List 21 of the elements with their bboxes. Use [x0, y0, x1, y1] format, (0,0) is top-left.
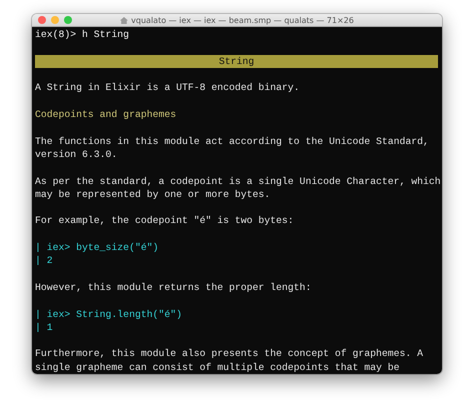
code-example-line: | 1: [35, 320, 54, 334]
doc-text-line: The functions in this module act according to the Unicode Standard,: [35, 134, 430, 148]
code-example-line: | iex> byte_size("é"): [35, 241, 160, 254]
code-example-line: | 2: [35, 254, 54, 268]
close-button[interactable]: [38, 16, 46, 24]
minimize-button[interactable]: [51, 16, 59, 24]
window-title: vqualato — iex — iex — beam.smp — qualats — 71×26: [131, 16, 354, 25]
prompt-line: iex(8)> h String: [35, 28, 130, 42]
doc-text-line: may be represented by one or more bytes.: [35, 188, 272, 202]
doc-text-line: Furthermore, this module also presents the concept of graphemes. A: [35, 347, 424, 361]
zoom-button[interactable]: [64, 16, 72, 24]
doc-text-line: As per the standard, a codepoint is a single Unicode Character, which: [35, 174, 438, 188]
doc-text-line: However, this module returns the proper length:: [35, 280, 312, 294]
doc-text-line: version 6.3.0.: [35, 148, 118, 162]
code-example-line: | iex> String.length("é"): [35, 308, 183, 321]
doc-text-line: single grapheme can consist of multiple codepoints that may be: [35, 360, 401, 374]
doc-text-line: For example, the codepoint "é" is two bytes:: [35, 214, 295, 228]
section-heading: Codepoints and graphemes: [35, 108, 178, 122]
section-banner: String: [35, 54, 438, 68]
doc-text-line: A String in Elixir is a UTF-8 encoded binary.: [35, 81, 301, 95]
house-icon: [120, 16, 128, 24]
